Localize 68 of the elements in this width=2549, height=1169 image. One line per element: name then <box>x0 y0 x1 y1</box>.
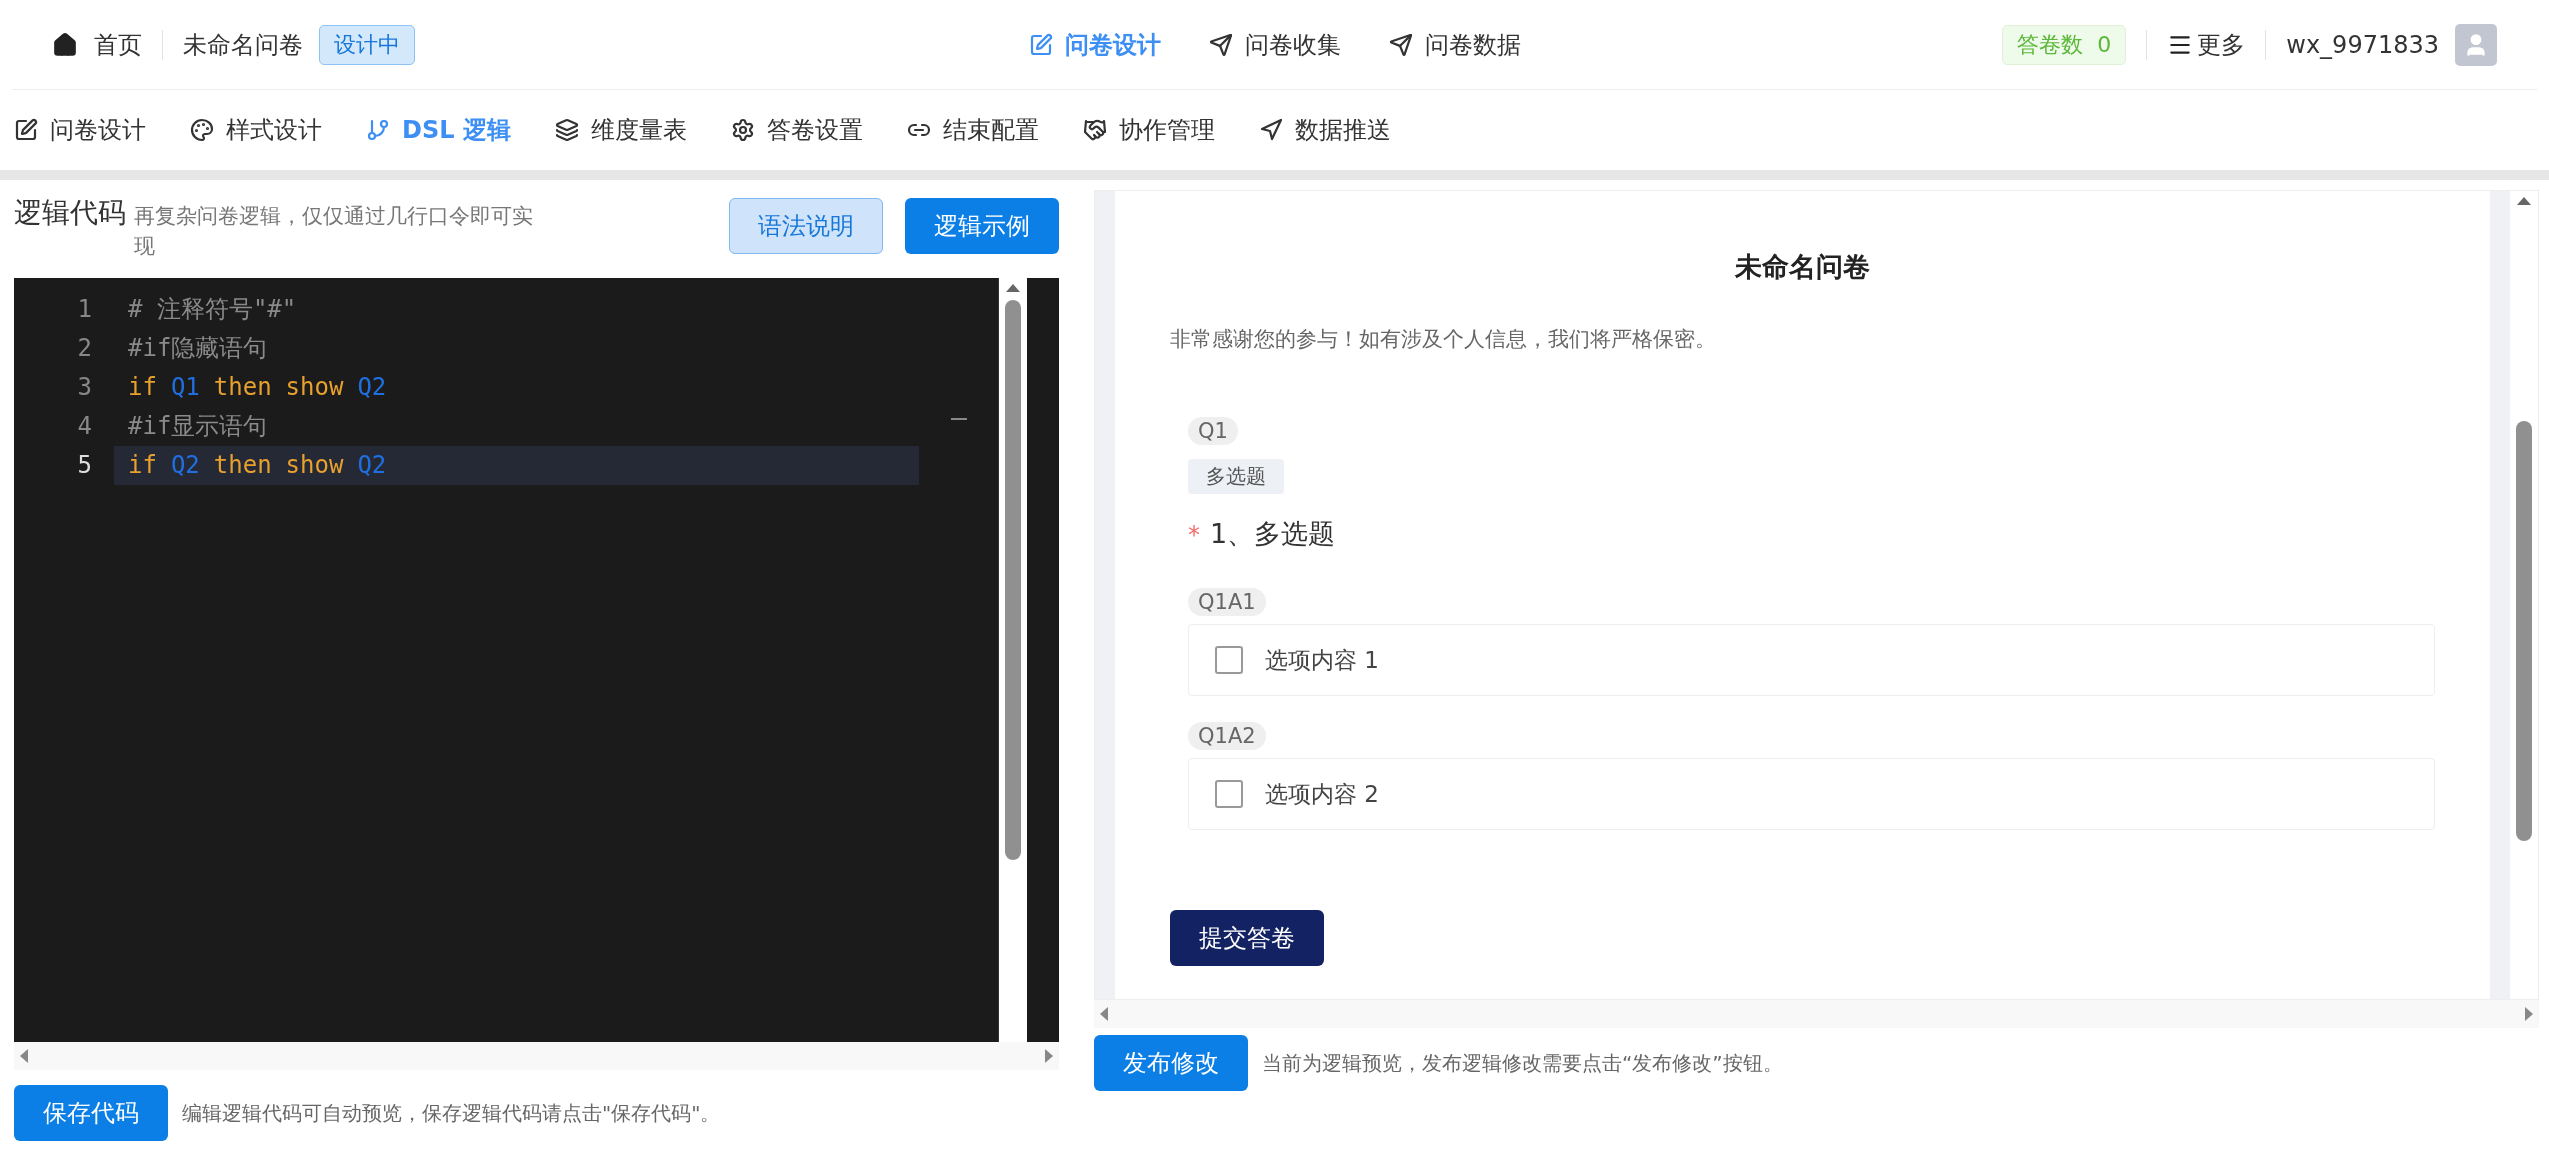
palette-icon <box>190 118 214 142</box>
edit-icon <box>1028 32 1053 57</box>
publish-hint: 当前为逻辑预览，发布逻辑修改需要点击“发布修改”按钮。 <box>1262 1049 1783 1077</box>
sub-tab[interactable]: 协作管理 <box>1082 114 1215 146</box>
option-item[interactable]: 选项内容 1 <box>1188 624 2435 696</box>
sub-tab[interactable]: 维度量表 <box>554 114 687 146</box>
code-line: if Q1 then show Q2 <box>127 372 388 403</box>
line-number: 4 <box>76 411 93 442</box>
sub-tab[interactable]: 样式设计 <box>190 114 322 146</box>
branch-icon <box>366 118 390 142</box>
survey-intro: 非常感谢您的参与！如有涉及个人信息，我们将严格保密。 <box>1170 326 1717 353</box>
username[interactable]: wx_9971833 <box>2286 30 2439 59</box>
question-title: 1、多选题 <box>1210 517 1336 551</box>
main-tab[interactable]: 问卷收集 <box>1208 28 1341 61</box>
editor-subtitle: 再复杂问卷逻辑，仅仅通过几行口令即可实现 <box>134 203 534 260</box>
line-number: 2 <box>76 333 93 364</box>
home-link[interactable]: 首页 <box>94 28 142 61</box>
code-line: #if隐藏语句 <box>127 333 269 364</box>
scroll-up-arrow-icon[interactable] <box>2517 197 2531 205</box>
scroll-up-arrow-icon[interactable] <box>1006 284 1020 292</box>
home-icon[interactable] <box>52 31 78 58</box>
answer-count-badge: 答卷数 0 <box>2002 24 2127 65</box>
survey-name: 未命名问卷 <box>183 29 303 61</box>
checkbox[interactable] <box>1215 780 1243 808</box>
vertical-scrollbar[interactable] <box>2510 191 2538 999</box>
sub-tab[interactable]: 问卷设计 <box>14 114 146 146</box>
scroll-right-arrow-icon[interactable] <box>2525 1007 2533 1021</box>
save-code-button[interactable]: 保存代码 <box>14 1085 168 1141</box>
question-id: Q1 <box>1188 417 1238 445</box>
paper-plane-icon <box>1208 32 1233 57</box>
publish-button[interactable]: 发布修改 <box>1094 1035 1248 1091</box>
layers-icon <box>554 118 579 142</box>
main-tab[interactable]: 问卷数据 <box>1388 28 1521 61</box>
gear-icon <box>730 118 755 142</box>
code-editor[interactable]: 1 2 3 4 5 # 注释符号"#" #if隐藏语句 if Q1 then show Q2 #if显示语句 if Q2 then show Q2 <box>14 278 1059 1042</box>
option-id: Q1A1 <box>1188 588 1266 616</box>
scroll-right-arrow-icon[interactable] <box>1045 1049 1053 1063</box>
save-hint: 编辑逻辑代码可自动预览，保存逻辑代码请点击"保存代码"。 <box>182 1099 721 1127</box>
required-mark: * <box>1188 521 1200 549</box>
sub-tab[interactable]: 数据推送 <box>1258 114 1391 146</box>
option-id: Q1A2 <box>1188 722 1266 750</box>
handshake-icon <box>1082 118 1107 142</box>
submit-button[interactable]: 提交答卷 <box>1170 910 1324 966</box>
horizontal-scrollbar[interactable] <box>14 1042 1059 1070</box>
sub-tab[interactable]: 结束配置 <box>906 114 1039 146</box>
survey-title: 未命名问卷 <box>1734 250 1871 284</box>
code-line: # 注释符号"#" <box>127 294 298 325</box>
line-number: 5 <box>76 450 93 481</box>
scroll-left-arrow-icon[interactable] <box>20 1049 28 1063</box>
navigation-arrow-icon <box>1258 118 1283 142</box>
more-link[interactable]: 更多 <box>2197 28 2246 61</box>
line-number: 1 <box>76 294 93 325</box>
editor-title: 逻辑代码 <box>14 198 126 228</box>
sub-tab[interactable]: 答卷设置 <box>730 114 863 146</box>
overview-marker <box>950 418 967 420</box>
checkbox[interactable] <box>1215 646 1243 674</box>
vertical-scrollbar[interactable] <box>999 278 1027 1042</box>
edit-icon <box>14 118 38 142</box>
option-item[interactable]: 选项内容 2 <box>1188 758 2435 830</box>
code-line: #if显示语句 <box>127 411 269 442</box>
scroll-left-arrow-icon[interactable] <box>1100 1007 1108 1021</box>
status-badge: 设计中 <box>319 24 415 65</box>
editor-button[interactable]: 逻辑示例 <box>905 198 1059 254</box>
horizontal-scrollbar[interactable] <box>1094 1000 2539 1028</box>
line-number: 3 <box>76 372 93 403</box>
question-type-tag: 多选题 <box>1188 459 1284 494</box>
paper-plane-icon <box>1388 32 1413 57</box>
avatar[interactable] <box>2455 23 2497 66</box>
